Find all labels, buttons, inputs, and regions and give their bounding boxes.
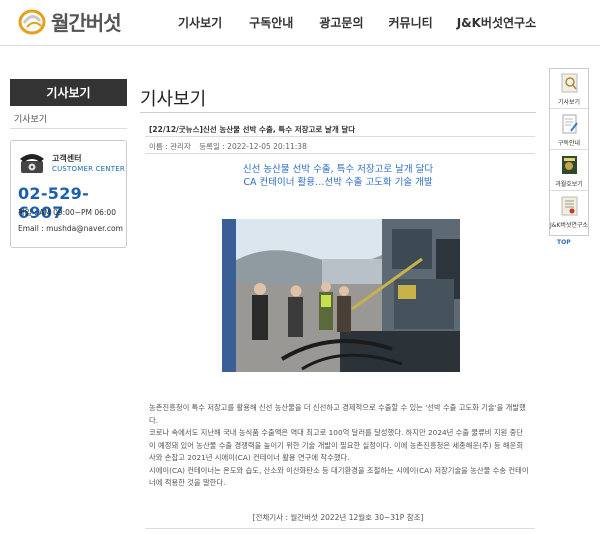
quick-item-label: 구독안내 [557, 140, 581, 147]
nav-subscribe[interactable]: 구독안내 [249, 14, 293, 31]
article-body: 농촌진흥청이 특수 저장고를 활용해 신선 농산물을 더 신선하고 경제적으로 … [149, 402, 529, 490]
brand-name: 월간버섯 [51, 11, 122, 35]
scroll-top-button[interactable]: TOP [557, 239, 571, 246]
certificate-icon [561, 196, 578, 216]
divider [10, 128, 127, 129]
quick-item-label: J&K버섯연구소 [550, 222, 588, 229]
article-source: [전체기사 : 월간버섯 2022년 12월호 30~31P 참조] [252, 513, 424, 522]
customer-center-box: 고객센터 CUSTOMER CENTER 02-529-6907 평일 : AM… [10, 140, 127, 248]
site-header: 월간버섯 기사보기 구독안내 광고문의 커뮤니티 J&K버섯연구소 [0, 0, 600, 46]
document-pen-icon [562, 114, 578, 134]
divider [145, 528, 535, 529]
customer-center-email: Email : mushda@naver.com [18, 224, 123, 233]
main-nav: 기사보기 구독안내 광고문의 커뮤니티 J&K버섯연구소 [178, 14, 563, 31]
quick-item-label: 과월호보기 [555, 181, 583, 188]
page-title: 기사보기 [140, 89, 207, 110]
sidebar-title: 기사보기 [10, 79, 127, 106]
divider [140, 112, 536, 113]
quick-menu: 기사보기 구독안내 과월호보기 J&K버섯연구소 [549, 68, 589, 236]
sidebar-item-articles[interactable]: 기사보기 [14, 112, 47, 125]
customer-center-hours: 평일 : AM 09:00~PM 06:00 [18, 208, 116, 217]
article-paragraph: 농촌진흥청이 특수 저장고를 활용해 신선 농산물을 더 신선하고 경제적으로 … [149, 403, 526, 425]
customer-center-subtitle: CUSTOMER CENTER [52, 165, 125, 173]
telephone-icon [20, 154, 44, 173]
magazine-cover-icon [562, 156, 577, 174]
article-photo [222, 219, 460, 372]
customer-center-title: 고객센터 [52, 154, 82, 163]
article-photo-illustration [222, 219, 460, 372]
article-title: [22/12/굿뉴스]신선 농산물 선박 수출, 특수 저장고로 날개 달다 [149, 125, 356, 134]
quick-item-label: 기사보기 [557, 99, 581, 106]
article-paragraph: 시에이(CA) 컨테이너는 온도와 습도, 산소와 이산화탄소 등 대기환경을 … [149, 465, 529, 488]
quick-item-back-issues[interactable]: 과월호보기 [550, 151, 588, 191]
article-headline: 신선 농산물 선박 수출, 특수 저장고로 날개 달다 CA 컨테이너 활용…선… [140, 163, 536, 189]
nav-advertising[interactable]: 광고문의 [319, 14, 363, 31]
logo-mushroom-icon [18, 9, 46, 34]
divider [145, 136, 535, 137]
quick-item-subscribe[interactable]: 구독안내 [550, 110, 588, 150]
magnifier-icon [561, 73, 578, 93]
article-paragraph: 코로나 속에서도 지난해 국내 농식품 수출액은 역대 최고로 100억 달러를… [149, 428, 524, 462]
quick-item-research-lab[interactable]: J&K버섯연구소 [550, 192, 588, 232]
headline-line-2: CA 컨테이너 활용…선박 수출 고도화 기술 개발 [243, 177, 433, 188]
nav-articles[interactable]: 기사보기 [178, 14, 222, 31]
article-date: 등록일 : 2022-12-05 20:11:38 [199, 142, 307, 151]
site-logo[interactable]: 월간버섯 [18, 7, 122, 36]
headline-line-1: 신선 농산물 선박 수출, 특수 저장고로 날개 달다 [242, 164, 434, 175]
article-meta: 이름 : 관리자 등록일 : 2022-12-05 20:11:38 [149, 141, 313, 152]
quick-item-articles[interactable]: 기사보기 [550, 69, 588, 109]
nav-community[interactable]: 커뮤니티 [389, 14, 433, 31]
article-author: 이름 : 관리자 [149, 142, 191, 151]
divider [145, 153, 535, 154]
nav-research-lab[interactable]: J&K버섯연구소 [457, 14, 536, 31]
